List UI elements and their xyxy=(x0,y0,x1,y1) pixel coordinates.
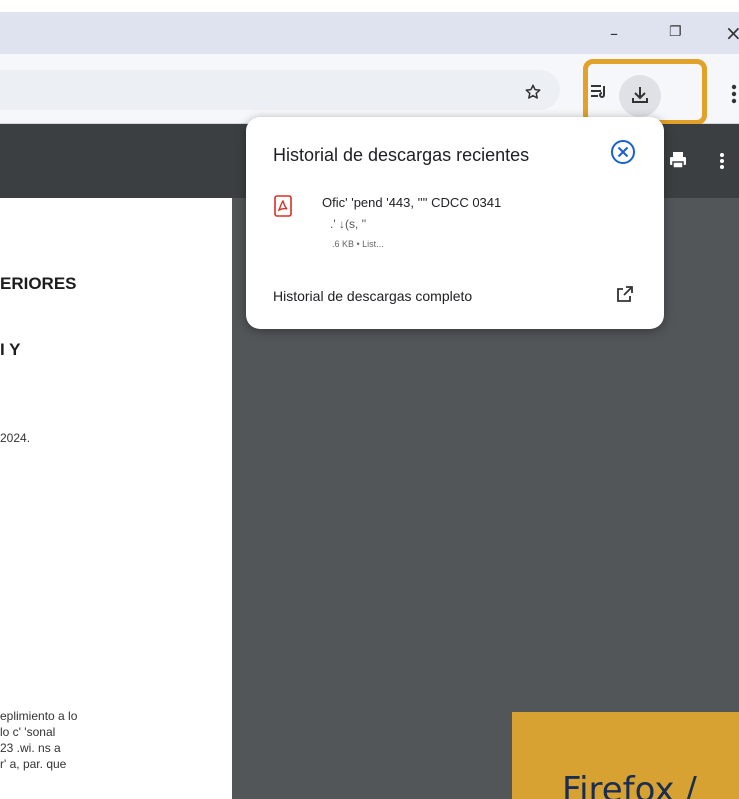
pdf-body-line: r' a, par. que xyxy=(0,757,67,771)
pdf-body-line: 23 .wi. ns a xyxy=(0,741,61,755)
promo-banner: Firefox / xyxy=(512,712,739,799)
close-circle-icon xyxy=(611,140,635,164)
close-window-button[interactable]: × xyxy=(725,23,739,43)
open-in-new-icon[interactable] xyxy=(615,284,635,304)
pdf-body-line: lo c' 'sonal xyxy=(0,725,56,739)
pdf-heading-line-2: I Y xyxy=(0,340,21,359)
banner-text: Firefox / xyxy=(562,770,697,799)
more-vert-icon[interactable] xyxy=(731,84,737,108)
download-item-meta: .6 KB • List... xyxy=(332,239,384,249)
download-item-name[interactable]: Ofic' 'pend '443, '''' CDCC 0341 xyxy=(322,195,501,210)
full-download-history-link[interactable]: Historial de descargas completo xyxy=(273,288,472,304)
pdf-body-line: eplimiento a lo xyxy=(0,709,78,723)
download-item-name-line2: .' ↓(s, '' xyxy=(330,217,367,231)
pdf-file-icon xyxy=(274,195,292,217)
pdf-more-icon[interactable] xyxy=(719,152,725,175)
pdf-heading-line-1: ERIORES xyxy=(0,274,77,293)
address-bar[interactable] xyxy=(0,70,560,110)
minimize-button[interactable]: – xyxy=(610,26,618,42)
bookmark-star-icon[interactable] xyxy=(524,83,542,105)
restore-button[interactable]: ❐ xyxy=(669,25,682,39)
download-history-bubble: Historial de descargas recientes Ofic' '… xyxy=(246,117,664,329)
close-bubble-button[interactable] xyxy=(609,138,637,166)
pdf-date-text: 2024. xyxy=(0,431,31,445)
bubble-title: Historial de descargas recientes xyxy=(273,145,530,165)
title-bar: – ❐ × xyxy=(0,12,739,54)
download-highlight-frame xyxy=(583,59,707,125)
print-icon[interactable] xyxy=(668,150,688,175)
